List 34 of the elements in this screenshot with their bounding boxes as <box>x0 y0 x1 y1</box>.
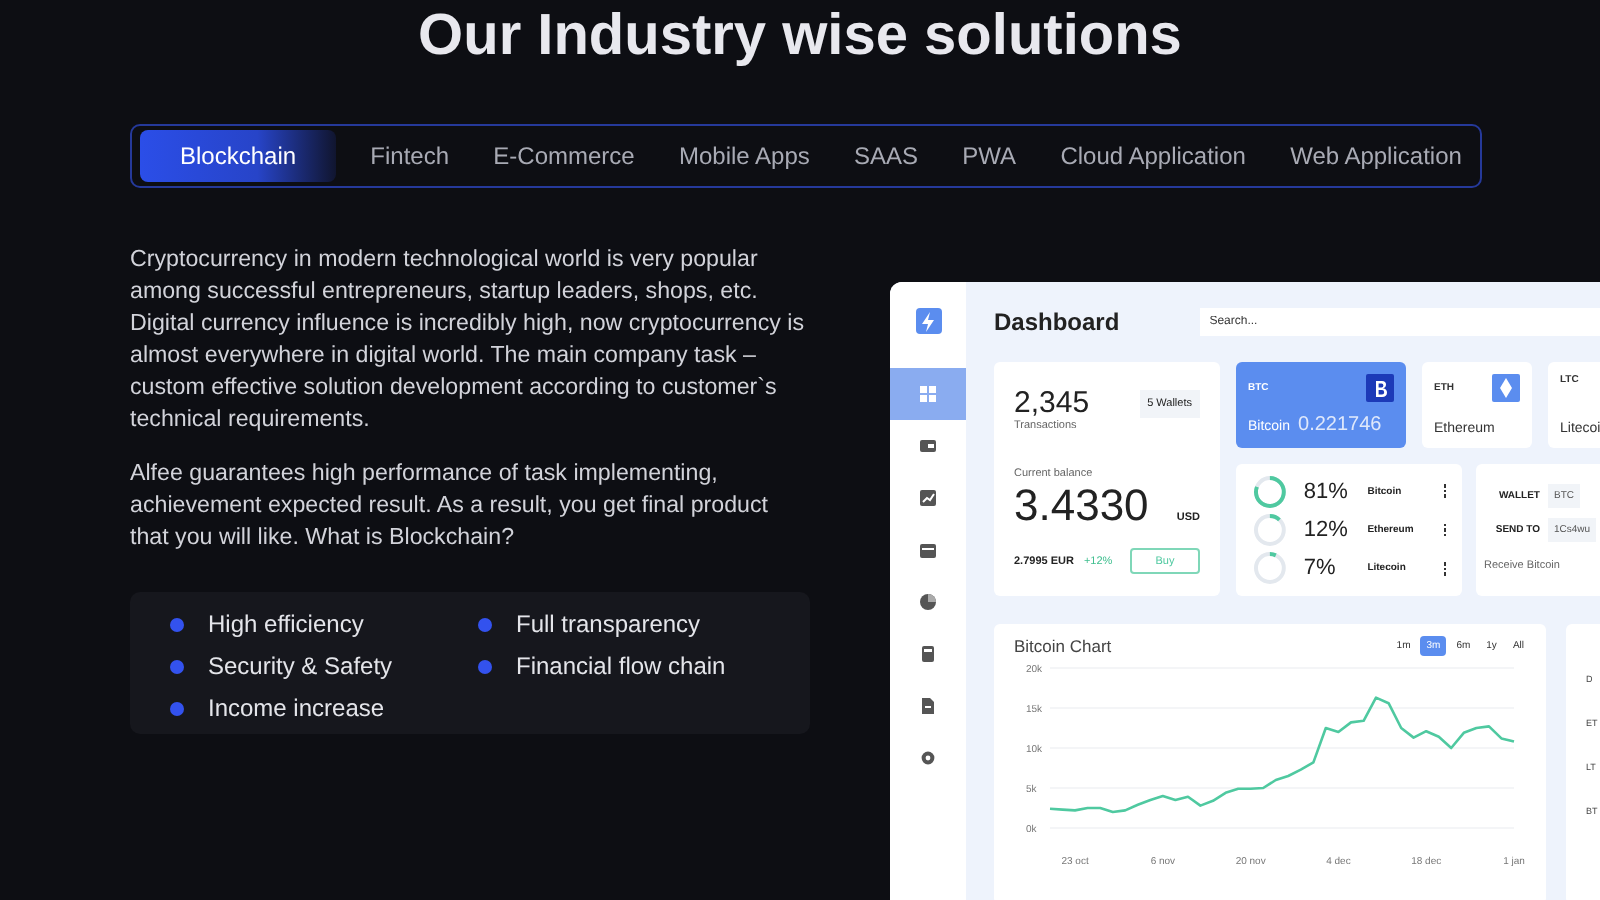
progress-ring <box>1252 550 1288 587</box>
share-percent: 12% <box>1303 517 1350 542</box>
share-percent: 81% <box>1303 479 1350 504</box>
lightning-logo-icon <box>915 308 941 334</box>
feature-label: High efficiency <box>208 610 364 638</box>
feature-label: Full transparency <box>516 610 701 638</box>
share-percent: 7% <box>1303 556 1338 581</box>
progress-ring <box>1252 511 1288 548</box>
feature-label: Financial flow chain <box>516 652 726 680</box>
tab[interactable]: E-Commerce <box>483 130 645 182</box>
feature-label: Income increase <box>208 694 385 722</box>
tab[interactable]: Cloud Application <box>1050 130 1256 182</box>
feature-label: Security & Safety <box>208 652 393 680</box>
balance-value: 3.4330 <box>1014 480 1149 532</box>
progress-ring <box>1252 473 1288 510</box>
bullet-icon <box>170 617 184 631</box>
tab[interactable]: Fintech <box>360 130 460 182</box>
coin-amount: 0.221746 <box>1298 414 1382 436</box>
tab[interactable]: Mobile Apps <box>669 130 820 182</box>
bullet-icon <box>170 701 184 715</box>
description-paragraph: Cryptocurrency in modern technological world is very popular among successful entrepreneurs, startup leaders, shops, etc. Digital currency influence is incredibly high, now cryptocurrency is almost everywhere in digital world. The main company task – custom effective solution development according to customer`s technical requirements. <box>130 244 807 436</box>
description-paragraph: Alfee guarantees high performance of task implementing, achievement expected result. As a result, you get final product that you will like. What is Blockchain? <box>130 458 771 554</box>
transactions-count: 2,345 <box>1014 386 1090 420</box>
tab[interactable]: SAAS <box>844 130 929 182</box>
tab[interactable]: Blockchain <box>140 130 337 182</box>
bullet-icon <box>478 659 492 673</box>
bitcoin-icon <box>1366 374 1394 402</box>
chart-title: Bitcoin Chart <box>1014 636 1112 656</box>
section-heading: Our Industry wise solutions <box>416 2 1184 72</box>
tab[interactable]: Web Application <box>1280 130 1472 182</box>
tab[interactable]: PWA <box>952 130 1027 182</box>
bullet-icon <box>478 617 492 631</box>
dashboard-title: Dashboard <box>994 308 1120 336</box>
bullet-icon <box>170 659 184 673</box>
